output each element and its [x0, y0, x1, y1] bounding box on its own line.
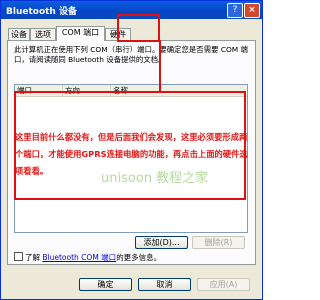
- close-button[interactable]: ×: [244, 3, 260, 18]
- bluetooth-com-port-link[interactable]: Bluetooth COM 端口: [42, 253, 116, 262]
- cancel-button[interactable]: 取消: [138, 278, 191, 291]
- info-line: 了解 Bluetooth COM 端口的更多信息。: [14, 252, 161, 263]
- bluetooth-devices-window: Bluetooth 设备 ? × 设备 选项 COM 端口 硬件 此计算机正在使…: [0, 0, 263, 300]
- info-suffix: 的更多信息。: [116, 253, 162, 262]
- hardware-tab-highlight: [117, 14, 160, 42]
- remove-button[interactable]: 删除(R): [192, 236, 245, 249]
- connector-line: [159, 40, 161, 93]
- com-ports-description: 此计算机正在使用下列 COM（串行）端口。要确定您是否需要 COM 端口，请阅读…: [14, 45, 248, 64]
- help-button[interactable]: ?: [227, 3, 243, 18]
- add-button[interactable]: 添加(D)...: [135, 236, 188, 249]
- info-prefix: 了解: [25, 253, 40, 262]
- tab-devices[interactable]: 设备: [8, 28, 30, 40]
- tab-options[interactable]: 选项: [30, 28, 56, 40]
- annotation-frame: [14, 91, 246, 200]
- ok-button[interactable]: 确定: [79, 278, 132, 291]
- tab-com-ports[interactable]: COM 端口: [56, 26, 105, 41]
- info-icon: [14, 252, 23, 261]
- window-title: Bluetooth 设备: [6, 7, 77, 17]
- apply-button[interactable]: 应用(A): [197, 278, 250, 291]
